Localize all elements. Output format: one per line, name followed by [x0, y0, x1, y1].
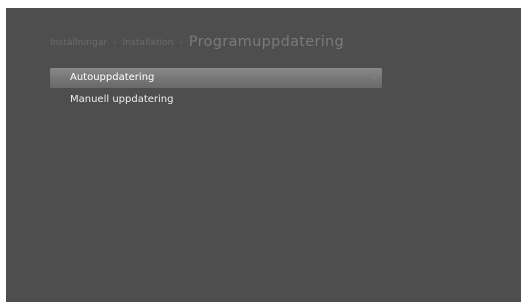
chevron-right-icon: › [372, 73, 376, 82]
menu-item-manual-update[interactable]: Manuell uppdatering [50, 90, 382, 110]
breadcrumb-separator: › [179, 38, 183, 47]
breadcrumb-settings[interactable]: Inställningar [50, 38, 107, 48]
menu-list: Autouppdatering › Manuell uppdatering [50, 68, 382, 110]
tv-screen: Inställningar › Installation › Programup… [6, 8, 521, 302]
menu-item-label: Autouppdatering [70, 72, 155, 83]
breadcrumb-separator: › [113, 38, 117, 47]
page-title: Programuppdatering [188, 34, 345, 50]
menu-item-label: Manuell uppdatering [70, 94, 174, 105]
menu-item-autoupdate[interactable]: Autouppdatering › [50, 68, 382, 88]
breadcrumb: Inställningar › Installation › Programup… [50, 34, 344, 50]
breadcrumb-installation[interactable]: Installation [122, 38, 173, 48]
